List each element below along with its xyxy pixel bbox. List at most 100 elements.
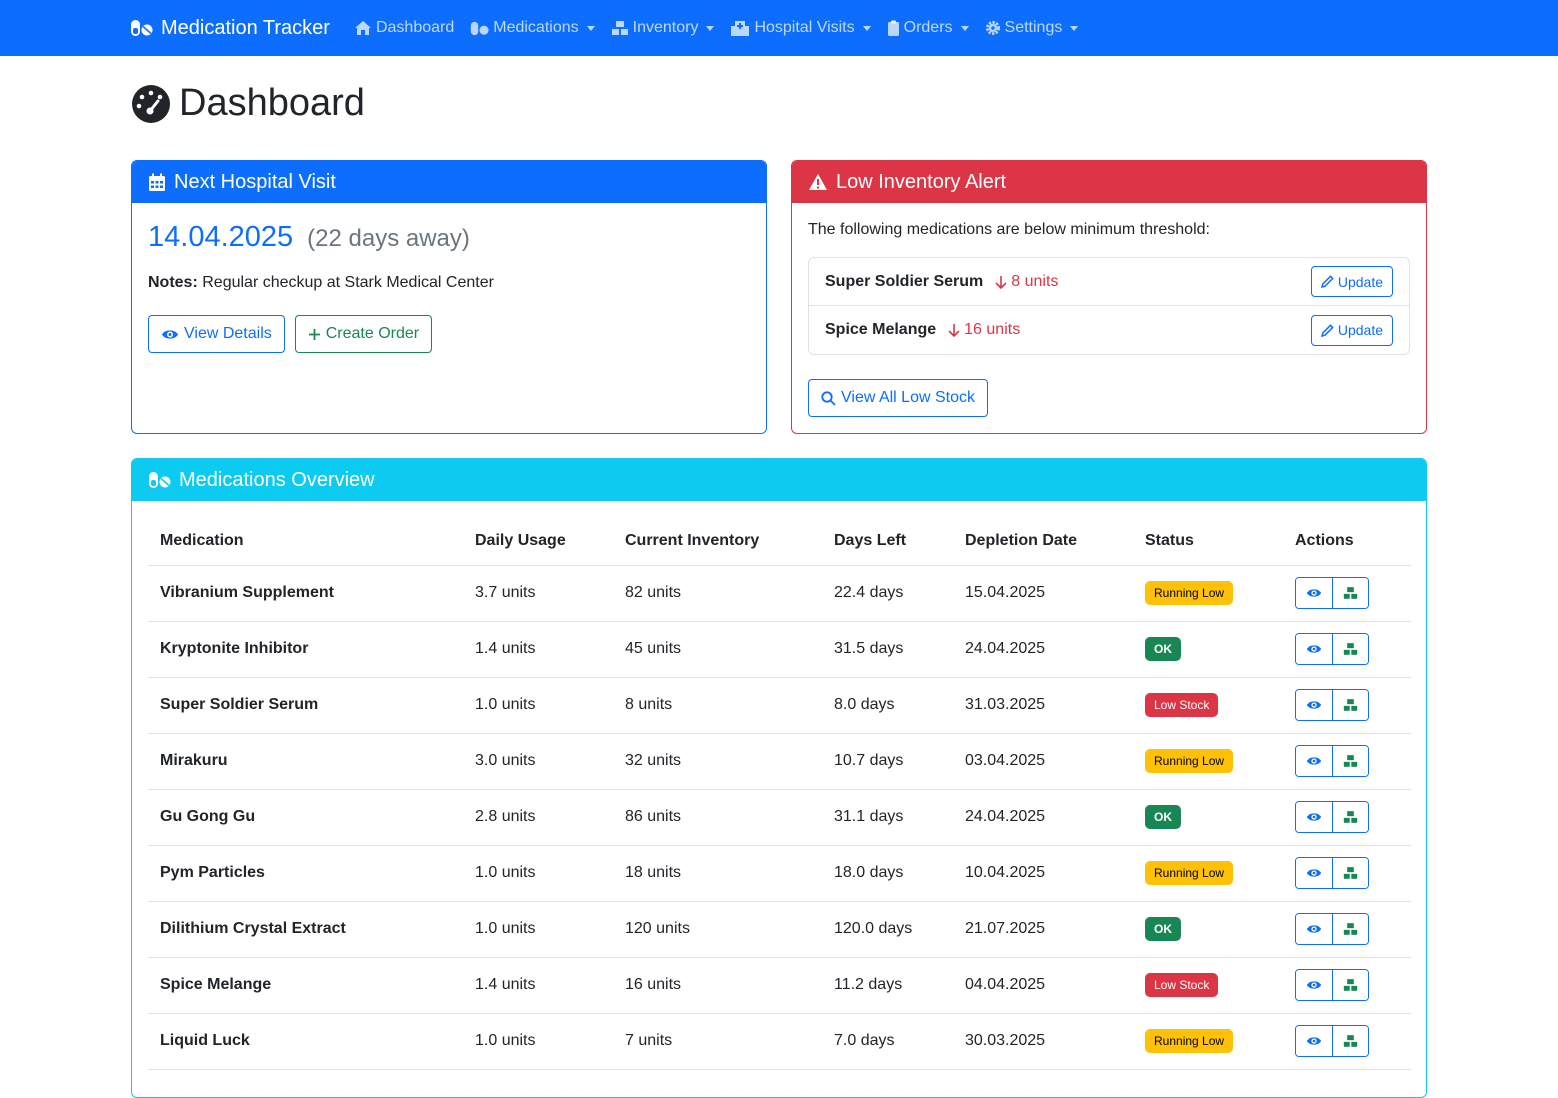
- nav-dashboard-label: Dashboard: [375, 19, 455, 36]
- low-stock-name: Spice Melange: [825, 321, 937, 338]
- cell-medication-name: Pym Particles: [148, 845, 463, 902]
- nav-inventory[interactable]: Inventory: [611, 19, 715, 37]
- view-medication-button[interactable]: [1296, 746, 1332, 776]
- cell-current-inventory: 16 units: [613, 957, 822, 1014]
- status-badge: Running Low: [1145, 1029, 1234, 1053]
- column-header-medication: Medication: [148, 517, 463, 566]
- chevron-down-icon: [706, 25, 715, 31]
- column-header-depletion-date: Depletion Date: [953, 517, 1133, 566]
- warning-icon: [809, 174, 827, 190]
- cell-medication-name: Super Soldier Serum: [148, 677, 463, 734]
- boxes-icon: [1343, 979, 1358, 991]
- cell-depletion-date: 31.03.2025: [953, 677, 1133, 734]
- low-inventory-description: The following medications are below mini…: [808, 221, 1210, 238]
- cell-days-left: 18.0 days: [822, 845, 953, 902]
- status-badge: OK: [1145, 805, 1181, 829]
- eye-icon: [1306, 869, 1322, 877]
- cell-current-inventory: 86 units: [613, 789, 822, 846]
- cell-days-left: 31.1 days: [822, 789, 953, 846]
- view-medication-button[interactable]: [1296, 858, 1332, 888]
- cell-actions: [1283, 565, 1411, 622]
- column-header-actions: Actions: [1283, 517, 1411, 566]
- hospital-icon: [731, 21, 750, 36]
- boxes-icon: [1343, 1035, 1358, 1047]
- visit-days-away: (22 days away): [307, 225, 470, 252]
- view-medication-button[interactable]: [1296, 690, 1332, 720]
- view-medication-button[interactable]: [1296, 914, 1332, 944]
- pills-icon: [149, 472, 171, 488]
- visit-notes-label: Notes:: [148, 274, 198, 291]
- column-header-current-inventory: Current Inventory: [613, 517, 822, 566]
- cell-medication-name: Mirakuru: [148, 733, 463, 790]
- column-header-daily-usage: Daily Usage: [463, 517, 613, 566]
- cell-depletion-date: 30.03.2025: [953, 1013, 1133, 1070]
- inventory-medication-button[interactable]: [1332, 746, 1368, 776]
- arrow-down-icon: [948, 324, 960, 337]
- inventory-medication-button[interactable]: [1332, 690, 1368, 720]
- home-icon: [354, 21, 371, 35]
- update-button[interactable]: Update: [1310, 314, 1393, 346]
- cell-status: Running Low: [1133, 733, 1283, 790]
- view-all-low-stock-button[interactable]: View All Low Stock: [808, 379, 988, 417]
- low-inventory-header: Low Inventory Alert: [792, 161, 1426, 203]
- view-medication-button[interactable]: [1296, 1026, 1332, 1056]
- eye-icon: [1306, 925, 1322, 933]
- inventory-medication-button[interactable]: [1332, 970, 1368, 1000]
- table-row: Liquid Luck 1.0 units 7 units 7.0 days 30.03…: [148, 1013, 1411, 1070]
- nav-medications[interactable]: Medications: [470, 19, 595, 37]
- gear-icon: [985, 21, 1000, 35]
- low-stock-qty: 8 units: [995, 273, 1058, 291]
- row-actions: [1295, 801, 1369, 833]
- create-order-button[interactable]: Create Order: [294, 315, 433, 353]
- inventory-medication-button[interactable]: [1332, 578, 1368, 608]
- inventory-medication-button[interactable]: [1332, 802, 1368, 832]
- low-stock-name: Super Soldier Serum: [825, 272, 984, 290]
- view-details-label: View Details: [184, 325, 272, 342]
- cell-depletion-date: 03.04.2025: [953, 733, 1133, 790]
- nav-hospital-visits[interactable]: Hospital Visits: [730, 19, 871, 37]
- cell-status: OK: [1133, 901, 1283, 958]
- visit-date: 14.04.2025: [148, 221, 294, 253]
- low-stock-qty-value: 16 units: [964, 321, 1021, 338]
- nav-dashboard[interactable]: Dashboard: [354, 19, 454, 37]
- view-details-button[interactable]: View Details: [148, 315, 285, 353]
- view-medication-button[interactable]: [1296, 802, 1332, 832]
- view-medication-button[interactable]: [1296, 970, 1332, 1000]
- cell-daily-usage: 1.4 units: [463, 621, 613, 678]
- cell-status: Running Low: [1133, 845, 1283, 902]
- update-label: Update: [1337, 322, 1383, 338]
- cell-medication-name: Liquid Luck: [148, 1013, 463, 1070]
- nav-orders[interactable]: Orders: [887, 19, 969, 37]
- row-actions: [1295, 633, 1369, 665]
- status-badge: Running Low: [1145, 861, 1234, 885]
- cell-daily-usage: 2.8 units: [463, 789, 613, 846]
- cell-status: Running Low: [1133, 565, 1283, 622]
- inventory-medication-button[interactable]: [1332, 1026, 1368, 1056]
- pencil-icon: [1320, 323, 1334, 337]
- boxes-icon: [1343, 755, 1358, 767]
- eye-icon: [1306, 701, 1322, 709]
- next-visit-header: Next Hospital Visit: [132, 161, 766, 203]
- cell-actions: [1283, 1013, 1411, 1070]
- pills-icon: [471, 21, 489, 35]
- nav-settings[interactable]: Settings: [985, 19, 1079, 37]
- view-all-low-stock-label: View All Low Stock: [841, 389, 975, 406]
- cell-medication-name: Spice Melange: [148, 957, 463, 1014]
- inventory-medication-button[interactable]: [1332, 914, 1368, 944]
- nav-inventory-label: Inventory: [632, 19, 699, 36]
- cell-daily-usage: 1.0 units: [463, 901, 613, 958]
- chevron-down-icon: [862, 25, 871, 31]
- brand-link[interactable]: Medication Tracker: [130, 17, 330, 40]
- medications-table: Medication Daily Usage Current Inventory…: [148, 517, 1411, 1070]
- cell-days-left: 11.2 days: [822, 957, 953, 1014]
- low-inventory-title: Low Inventory Alert: [836, 170, 1007, 193]
- view-medication-button[interactable]: [1296, 634, 1332, 664]
- inventory-medication-button[interactable]: [1332, 634, 1368, 664]
- update-button[interactable]: Update: [1310, 266, 1393, 297]
- cell-daily-usage: 1.0 units: [463, 1013, 613, 1070]
- cell-days-left: 22.4 days: [822, 565, 953, 622]
- boxes-icon: [1343, 699, 1358, 711]
- cell-status: Low Stock: [1133, 957, 1283, 1014]
- view-medication-button[interactable]: [1296, 578, 1332, 608]
- inventory-medication-button[interactable]: [1332, 858, 1368, 888]
